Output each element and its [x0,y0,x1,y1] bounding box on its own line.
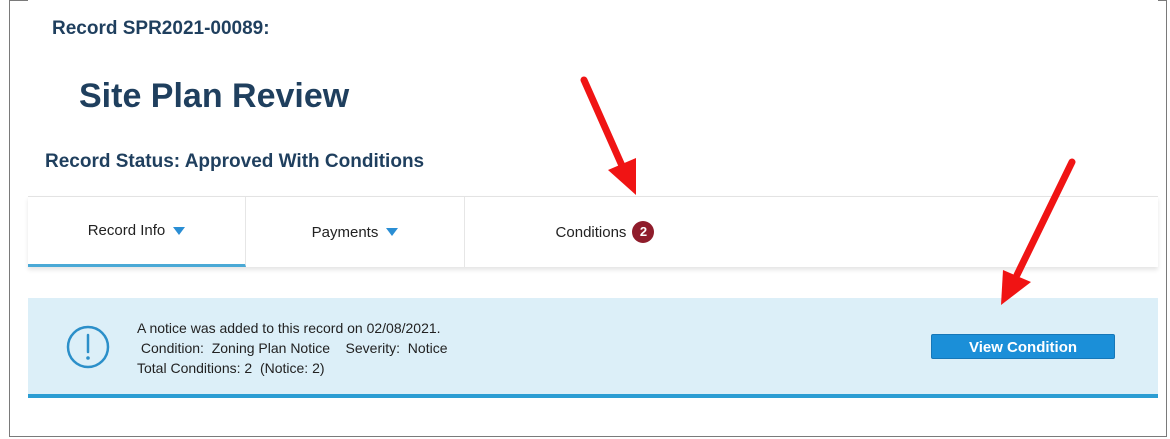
record-status: Record Status: Approved With Conditions [45,151,425,172]
tab-payments-label: Payments [311,223,379,241]
view-condition-button[interactable]: View Condition [931,334,1115,359]
conditions-count-badge: 2 [632,221,655,243]
page-title: Site Plan Review [79,77,350,115]
tab-record-info[interactable]: Record Info [28,197,246,267]
notice-line-added: A notice was added to this record on 02/… [137,320,441,336]
notice-line-condition: Condition: Zoning Plan Notice Severity: … [137,340,448,356]
condition-notice-banner: A notice was added to this record on 02/… [28,298,1158,398]
tab-bar: Record Info Payments Conditions 2 [28,196,1158,267]
exclamation-circle-icon [66,325,110,369]
caret-down-icon [173,226,186,235]
notice-message: A notice was added to this record on 02/… [137,318,447,378]
record-header: Record SPR2021-00089: Site Plan Review R… [28,0,1158,196]
notice-line-totals: Total Conditions: 2 (Notice: 2) [137,360,325,376]
tab-conditions-label: Conditions [555,223,627,241]
caret-down-icon [386,228,399,236]
record-id: Record SPR2021-00089: [52,18,270,39]
tab-record-info-label: Record Info [87,222,166,239]
tab-conditions[interactable]: Conditions 2 [465,197,745,267]
tab-payments[interactable]: Payments [246,197,465,267]
